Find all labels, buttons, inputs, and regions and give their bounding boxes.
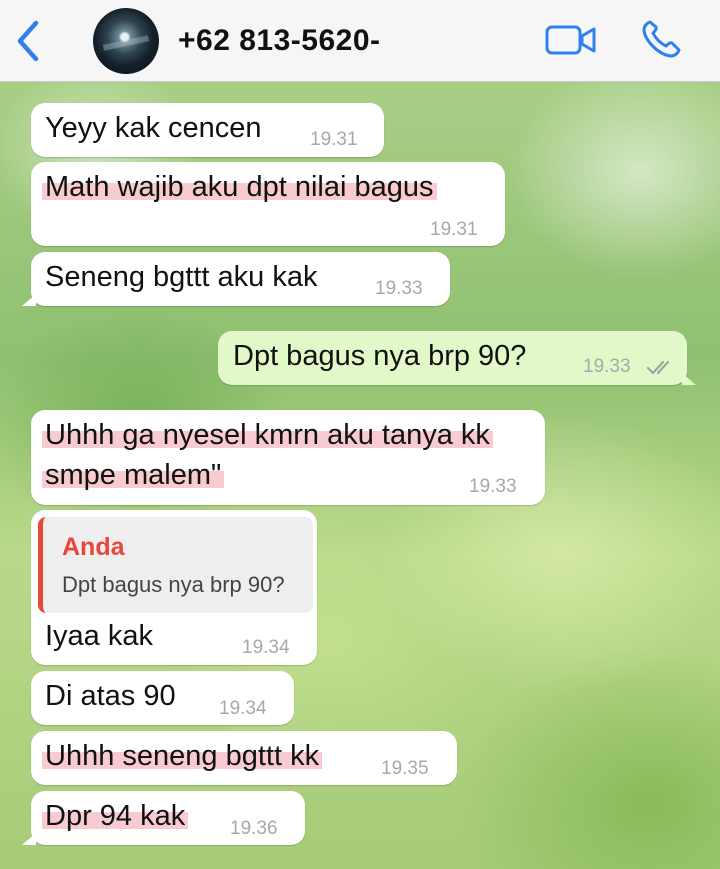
chat-header: +62 813-5620- [0, 0, 720, 82]
message-text: Dpr 94 kak [42, 797, 189, 837]
message-time: 19.35 [381, 758, 429, 779]
message-text: Dpt bagus nya brp 90? [233, 340, 527, 372]
back-chevron-icon[interactable] [12, 19, 46, 63]
message-time: 19.31 [430, 219, 478, 240]
contact-name[interactable]: +62 813-5620- [178, 24, 381, 58]
message-text: Seneng bgttt aku kak [45, 261, 318, 293]
message-bubble[interactable]: Dpr 94 kak 19.36 [22, 791, 305, 845]
video-camera-icon[interactable] [545, 24, 597, 56]
message-time: 19.33 [469, 476, 517, 497]
message-text: Uhhh seneng bgttt kk [42, 737, 323, 777]
read-receipt-icon [646, 360, 670, 375]
message-time: 19.31 [310, 129, 358, 150]
message-time: 19.34 [219, 698, 267, 719]
message-text: Di atas 90 [45, 680, 176, 712]
message-text: Iyaa kak [45, 620, 153, 652]
message-bubble[interactable]: Di atas 90 19.34 [31, 671, 294, 725]
message-time: 19.33 [583, 356, 631, 377]
contact-avatar[interactable] [93, 8, 159, 74]
message-bubble[interactable]: Dpt bagus nya brp 90? 19.33 [218, 331, 696, 385]
quote-text: Dpt bagus nya brp 90? [62, 572, 285, 597]
message-text-line-1: Uhhh ga nyesel kmrn aku tanya kk [42, 416, 493, 456]
message-bubble[interactable]: Yeyy kak cencen 19.31 [31, 103, 384, 157]
message-bubble[interactable]: Uhhh seneng bgttt kk 19.35 [31, 731, 457, 785]
chat-area[interactable]: Yeyy kak cencen 19.31 Math wajib aku dpt… [0, 82, 720, 869]
message-bubble[interactable]: Uhhh ga nyesel kmrn aku tanya kk smpe ma… [31, 410, 545, 505]
message-text: Math wajib aku dpt nilai bagus [42, 168, 437, 208]
message-bubble[interactable]: Anda Dpt bagus nya brp 90? Iyaa kak 19.3… [31, 510, 317, 665]
message-time: 19.34 [242, 637, 290, 658]
message-time: 19.33 [375, 278, 423, 299]
message-text: Yeyy kak cencen [45, 112, 262, 144]
message-bubble[interactable]: Math wajib aku dpt nilai bagus 19.31 [31, 162, 505, 246]
message-time: 19.36 [230, 818, 278, 839]
quoted-message[interactable]: Anda Dpt bagus nya brp 90? [38, 517, 313, 613]
quote-author: Anda [62, 533, 125, 561]
phone-icon[interactable] [641, 19, 685, 59]
message-text-line-2: smpe malem" [42, 456, 225, 496]
message-bubble[interactable]: Seneng bgttt aku kak 19.33 [22, 252, 450, 306]
